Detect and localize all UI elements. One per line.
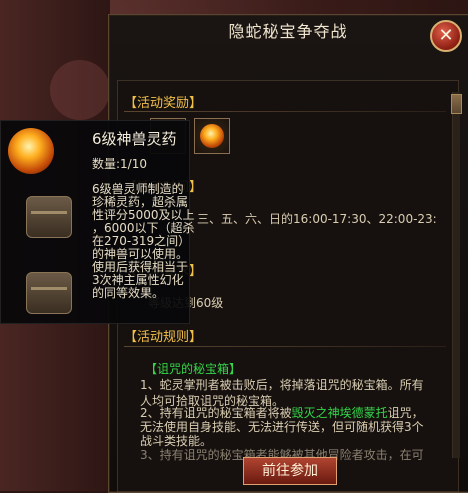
event-time-text: 三、五、六、日的16:00-17:30、22:00-23:: [197, 212, 437, 226]
scrollbar-thumb[interactable]: [451, 94, 462, 114]
tooltip-desc-line: 的同等效果。: [92, 286, 165, 300]
tooltip-description: 6级兽灵师制造的 珍稀灵药，超杀属 性评分5000及以上 ，6000以下（超杀 …: [92, 183, 195, 300]
panel-title: 隐蛇秘宝争夺战: [228, 22, 348, 41]
section-rewards: 【活动奖励】: [124, 96, 203, 111]
scrollbar-track[interactable]: [452, 92, 460, 458]
close-icon[interactable]: ✕: [430, 20, 462, 52]
tooltip-item-name: 6级神兽灵药: [92, 130, 177, 148]
elixir-icon: [200, 124, 224, 148]
treasure-chest-icon: [26, 272, 72, 314]
tooltip-item-count: 数量:1/10: [92, 157, 147, 171]
rules-subtitle: 【诅咒的秘宝箱】: [145, 362, 242, 376]
reward-slot-2[interactable]: [194, 118, 230, 154]
divider: [124, 346, 446, 347]
join-button[interactable]: 前往参加: [243, 457, 337, 485]
divider: [124, 111, 446, 112]
elixir-icon: [8, 128, 54, 174]
section-rules: 【活动规则】: [124, 330, 203, 345]
rule-line-1: 1、蛇灵掌刑者被击败后，将掉落诅咒的秘宝箱。所有: [140, 378, 424, 392]
flower-decoration: [50, 60, 110, 120]
treasure-chest-icon: [26, 196, 72, 238]
